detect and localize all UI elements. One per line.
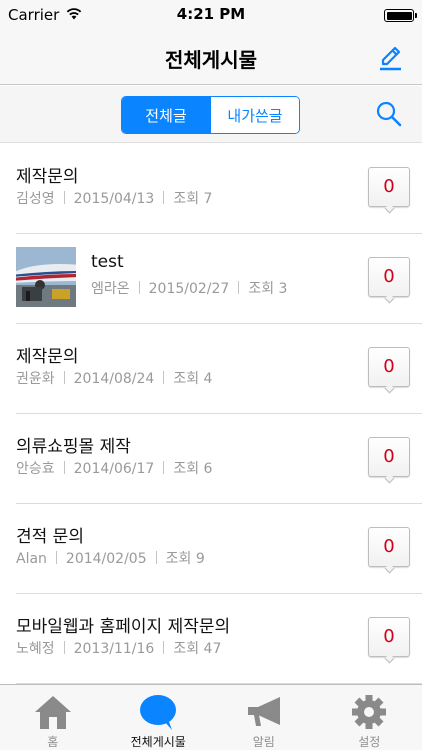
comment-count-badge[interactable]: 0: [368, 437, 410, 484]
clock: 4:21 PM: [176, 5, 246, 23]
post-date: 2014/08/24: [73, 371, 155, 387]
post-title: 견적 문의: [16, 527, 84, 547]
list-item[interactable]: 모바일웹과 홈페이지 제작문의 노혜정 2013/11/16 조회 47 0: [0, 594, 422, 684]
post-meta: 노혜정 2013/11/16 조회 47: [16, 638, 221, 658]
comment-count: 0: [383, 176, 395, 197]
home-icon: [34, 696, 71, 729]
post-author: 김성영: [16, 191, 55, 207]
post-title: 제작문의: [16, 167, 79, 187]
speech-bubble-icon: [140, 695, 177, 730]
post-author: 안승효: [16, 461, 55, 477]
comment-count-badge[interactable]: 0: [368, 527, 410, 574]
comment-count-badge[interactable]: 0: [368, 347, 410, 394]
segmented-control: 전체글 내가쓴글: [121, 96, 300, 134]
comment-count: 0: [383, 356, 395, 377]
battery-icon: [384, 9, 417, 22]
comment-count: 0: [383, 266, 395, 287]
comment-count: 0: [383, 626, 395, 647]
gear-icon: [352, 695, 387, 729]
tab-settings[interactable]: 설정: [317, 685, 422, 750]
comment-count-badge[interactable]: 0: [368, 257, 410, 304]
post-views: 조회 6: [173, 461, 213, 477]
status-bar: Carrier 4:21 PM: [0, 0, 422, 30]
post-views: 조회 7: [173, 191, 213, 207]
post-author: 노혜정: [16, 641, 55, 657]
tab-my-posts[interactable]: 내가쓴글: [210, 97, 299, 133]
post-meta: 안승효 2014/06/17 조회 6: [16, 458, 212, 478]
navigation-bar: 전체게시물: [0, 30, 422, 85]
tab-home[interactable]: 홈: [0, 685, 106, 750]
post-meta: 엠라온 2015/02/27 조회 3: [91, 278, 287, 298]
pencil-icon[interactable]: [374, 42, 406, 74]
filter-bar: 전체글 내가쓴글: [0, 86, 422, 143]
post-date: 2015/04/13: [73, 191, 155, 207]
list-item[interactable]: 제작문의 권윤화 2014/08/24 조회 4 0: [0, 324, 422, 414]
post-author: 엠라온: [91, 281, 130, 297]
tab-all-posts[interactable]: 전체글: [122, 97, 210, 133]
post-thumbnail: [16, 247, 76, 307]
post-views: 조회 4: [173, 371, 213, 387]
post-views: 조회 47: [173, 641, 222, 657]
list-item[interactable]: test 엠라온 2015/02/27 조회 3 0: [0, 234, 422, 324]
page-title: 전체게시물: [165, 48, 257, 72]
post-views: 조회 3: [248, 281, 288, 297]
post-date: 2014/02/05: [65, 551, 147, 567]
comment-count: 0: [383, 446, 395, 467]
post-date: 2015/02/27: [148, 281, 230, 297]
tab-label: 알림: [252, 735, 275, 749]
tab-bar: 홈 전체게시물 알림 설정: [0, 684, 422, 750]
comment-count-badge[interactable]: 0: [368, 617, 410, 664]
megaphone-icon: [247, 697, 280, 726]
comment-count: 0: [383, 536, 395, 557]
tab-label: 전체게시물: [130, 735, 186, 749]
list-item[interactable]: 의류쇼핑몰 제작 안승효 2014/06/17 조회 6 0: [0, 414, 422, 504]
post-title: 의류쇼핑몰 제작: [16, 437, 131, 457]
list-item[interactable]: 견적 문의 Alan 2014/02/05 조회 9 0: [0, 504, 422, 594]
airplane-photo-thumbnail: [16, 247, 76, 307]
post-author: Alan: [16, 551, 47, 567]
post-title: 모바일웹과 홈페이지 제작문의: [16, 617, 231, 637]
search-icon[interactable]: [374, 99, 404, 129]
post-title: test: [91, 252, 124, 272]
post-views: 조회 9: [165, 551, 205, 567]
post-meta: 김성영 2015/04/13 조회 7: [16, 188, 212, 208]
list-item[interactable]: 제작문의 김성영 2015/04/13 조회 7 0: [0, 144, 422, 234]
comment-count-badge[interactable]: 0: [368, 167, 410, 214]
tab-all-posts[interactable]: 전체게시물: [106, 685, 212, 750]
tab-label: 홈: [47, 735, 59, 749]
post-date: 2014/06/17: [73, 461, 155, 477]
post-meta: 권윤화 2014/08/24 조회 4: [16, 368, 212, 388]
post-author: 권윤화: [16, 371, 55, 387]
post-title: 제작문의: [16, 347, 79, 367]
tab-notifications[interactable]: 알림: [211, 685, 317, 750]
post-date: 2013/11/16: [73, 641, 155, 657]
tab-label: 설정: [358, 735, 381, 749]
post-meta: Alan 2014/02/05 조회 9: [16, 548, 205, 568]
